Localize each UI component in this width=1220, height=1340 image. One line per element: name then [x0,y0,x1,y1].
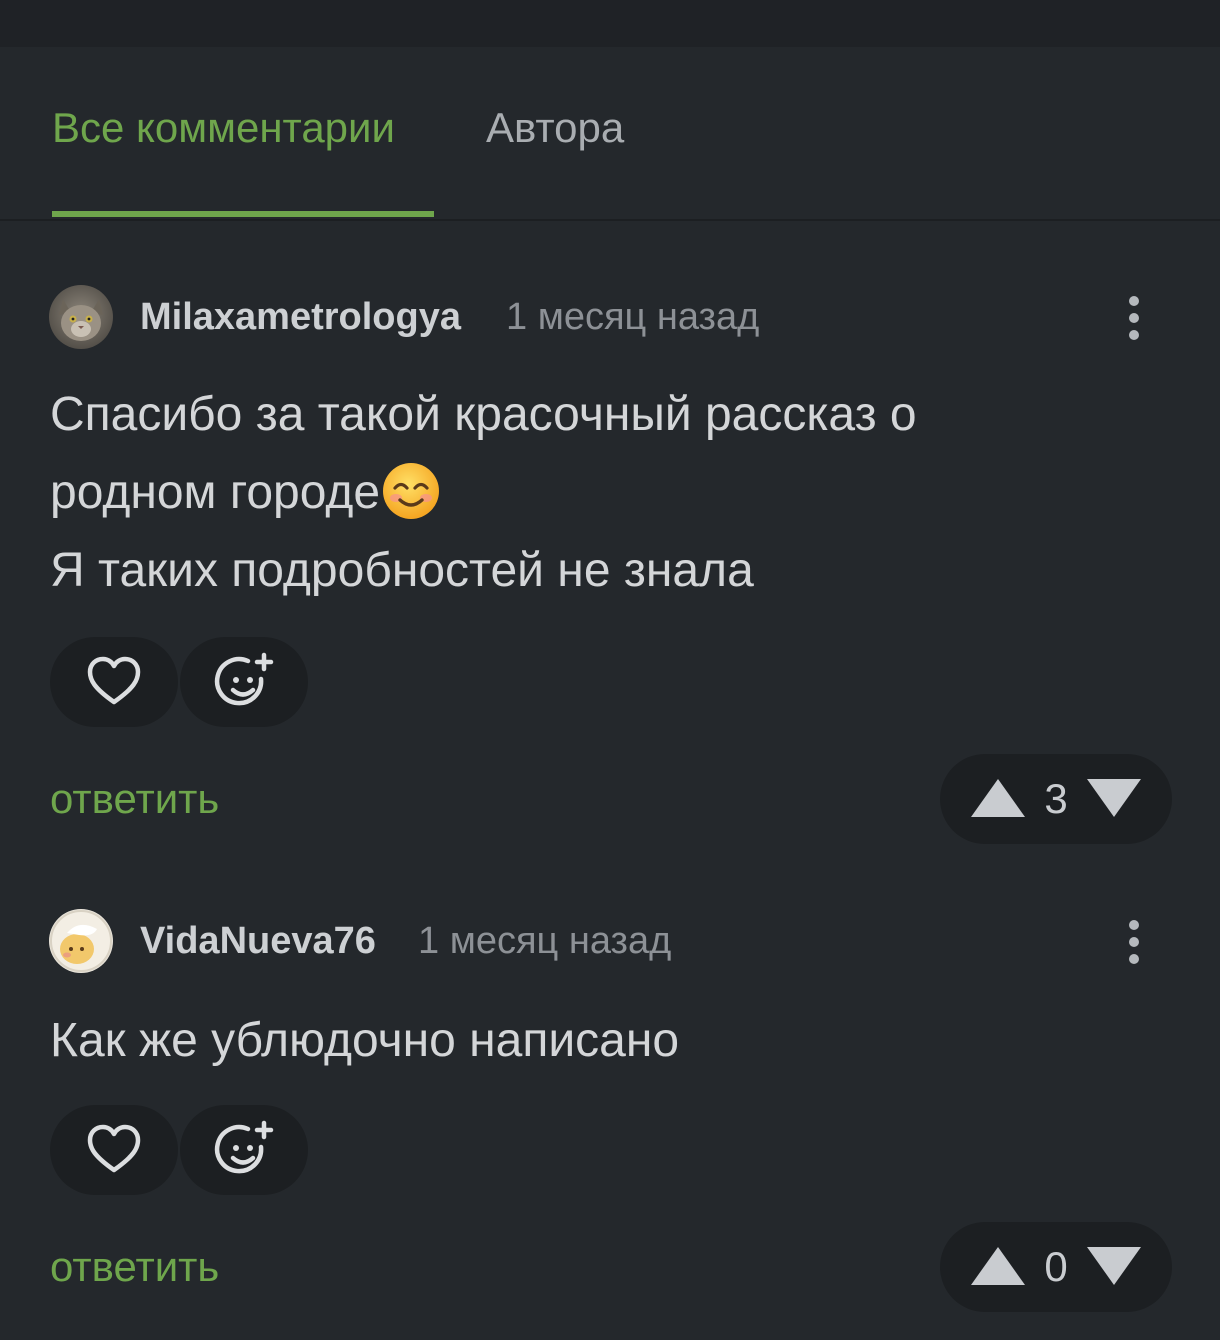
reply-button[interactable]: ответить [50,774,219,824]
comment-text-line: Спасибо за такой красочный рассказ о [50,388,917,441]
comment-author[interactable]: VidaNueva76 [140,918,376,964]
tab-author[interactable]: Автора [486,103,624,153]
comment-text: Спасибо за такой красочный рассказ о род… [50,376,917,610]
add-reaction-button[interactable] [180,637,308,727]
more-options-icon[interactable] [1112,912,1156,972]
comment-text-line: Я таких подробностей не знала [50,544,754,597]
cat-avatar-icon [49,285,113,349]
upvote-triangle-icon[interactable] [968,776,1028,820]
add-emoji-icon [214,1120,274,1174]
comment-author[interactable]: Milaxametrologya [140,294,461,340]
downvote-triangle-icon[interactable] [1084,776,1144,820]
downvote-triangle-icon[interactable] [1084,1244,1144,1288]
cartoon-avatar-icon [49,909,113,973]
vote-count: 3 [1044,775,1068,822]
heart-icon [87,656,141,705]
avatar[interactable] [49,909,113,973]
active-tab-indicator [52,211,434,217]
comment-timestamp: 1 месяц назад [418,920,672,962]
reply-button[interactable]: ответить [50,1242,219,1292]
vote-widget: 3 [940,754,1172,844]
tab-all-comments[interactable]: Все комментарии [52,103,395,153]
heart-icon [87,1124,141,1173]
comment-timestamp: 1 месяц назад [506,296,760,338]
more-options-icon[interactable] [1112,288,1156,348]
smiling-face-emoji-icon [383,463,440,519]
like-button[interactable] [50,1105,178,1195]
avatar[interactable] [49,285,113,349]
add-reaction-button[interactable] [180,1105,308,1195]
comment-text: Как же ублюдочно написано [50,1002,679,1080]
comment-tabs: Все комментарии Автора [0,47,1220,221]
add-emoji-icon [214,652,274,706]
top-strip [0,0,1220,47]
upvote-triangle-icon[interactable] [968,1244,1028,1288]
vote-widget: 0 [940,1222,1172,1312]
comment-text-line: родном городе [50,466,381,519]
vote-count: 0 [1044,1243,1068,1290]
comment-text-line: Как же ублюдочно написано [50,1014,680,1067]
like-button[interactable] [50,637,178,727]
